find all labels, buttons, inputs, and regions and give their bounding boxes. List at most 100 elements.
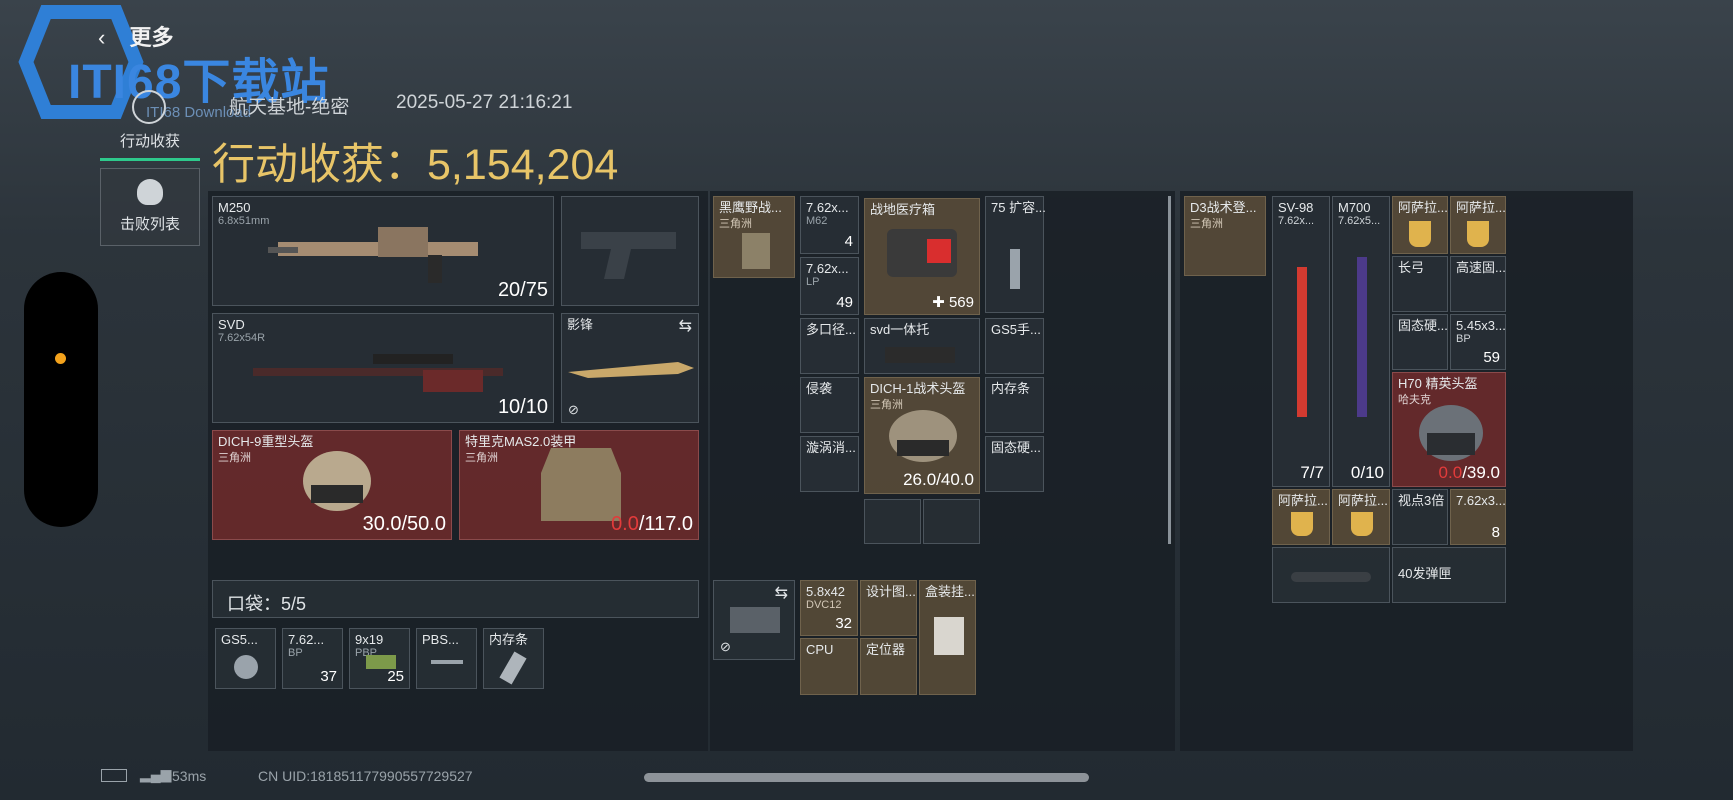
scrollbar[interactable] bbox=[1168, 196, 1171, 544]
pistol-silhouette-icon bbox=[581, 232, 676, 279]
trophy-cup-icon bbox=[1351, 512, 1373, 536]
right-item[interactable]: 阿萨拉... bbox=[1450, 196, 1506, 254]
backpack-empty-slot[interactable] bbox=[864, 499, 921, 544]
multi-caliber-slot[interactable]: 多口径... bbox=[800, 318, 859, 374]
case-item[interactable]: 设计图... bbox=[860, 580, 917, 636]
right-vest-slot[interactable]: D3战术登... 三角洲 bbox=[1184, 196, 1266, 276]
item-name: 设计图... bbox=[866, 584, 916, 599]
pocket-item[interactable]: 9x19 PBP 25 bbox=[349, 628, 410, 689]
pocket-item[interactable]: GS5... bbox=[215, 628, 276, 689]
weapon-caliber: 6.8x51mm bbox=[218, 215, 270, 227]
memory-slot[interactable]: 内存条 bbox=[985, 377, 1044, 433]
item-name: 内存条 bbox=[489, 632, 529, 647]
item-name: svd一体托 bbox=[870, 322, 930, 337]
gs5-slot[interactable]: GS5手... bbox=[985, 318, 1044, 374]
datetime: 2025-05-27 21:16:21 bbox=[396, 92, 573, 113]
rifle-m700-slot[interactable]: M700 7.62x5... 0/10 bbox=[1332, 196, 1390, 487]
weapon-slot-primary[interactable]: M250 6.8x51mm 20/75 bbox=[212, 196, 554, 306]
stock-slot[interactable]: svd一体托 bbox=[864, 318, 980, 374]
haul-value: 5,154,204 bbox=[427, 141, 619, 189]
medkit-icon bbox=[887, 229, 957, 277]
helmet-icon bbox=[1419, 405, 1483, 461]
chest-rig-slot[interactable]: 黑鹰野战... 三角洲 bbox=[713, 196, 795, 278]
red-rifle-icon bbox=[1297, 267, 1307, 417]
item-sub: 三角洲 bbox=[1190, 218, 1223, 230]
swap-icon[interactable]: ⇆ bbox=[775, 583, 788, 603]
rifle-sv98-slot[interactable]: SV-98 7.62x... 7/7 bbox=[1272, 196, 1330, 487]
item-name: DICH-1战术头盔 bbox=[870, 381, 966, 396]
item-name: 漩涡消... bbox=[806, 440, 856, 455]
side-handle[interactable] bbox=[24, 272, 98, 527]
pocket-item[interactable]: 7.62... BP 37 bbox=[282, 628, 343, 689]
item-name: 5.8x42 bbox=[806, 584, 846, 599]
tab-kills[interactable]: 击败列表 bbox=[100, 168, 200, 246]
back-button[interactable]: ‹ 更多 bbox=[98, 20, 173, 52]
backpack-empty-slot[interactable] bbox=[923, 499, 980, 544]
item-durability: 26.0/40.0 bbox=[903, 470, 974, 489]
ext-mag-slot[interactable]: 75 扩容... bbox=[985, 196, 1046, 313]
item-count: 49 bbox=[836, 294, 853, 311]
secure-case-slot[interactable]: ⇆ ⊘ bbox=[713, 580, 795, 660]
scope-slot[interactable] bbox=[1272, 547, 1390, 603]
plus-icon: ✚ bbox=[932, 294, 949, 311]
right-item[interactable]: 阿萨拉... bbox=[1332, 489, 1390, 545]
pistol-slot[interactable] bbox=[561, 196, 699, 306]
map-name: 航天基地-绝密 bbox=[229, 97, 350, 118]
ssd-slot[interactable]: 固态硬... bbox=[985, 436, 1044, 492]
ammo-item[interactable]: 7.62x... M62 4 bbox=[800, 196, 859, 254]
weapon-name: SVD bbox=[218, 317, 245, 332]
sniper-rifle-icon bbox=[253, 354, 503, 392]
right-item[interactable]: 阿萨拉... bbox=[1272, 489, 1330, 545]
right-item[interactable]: 固态硬... bbox=[1392, 314, 1448, 370]
tactical-helmet-slot[interactable]: DICH-1战术头盔 三角洲 26.0/40.0 bbox=[864, 377, 980, 494]
med-kit-slot[interactable]: 战地医疗箱 ✚ 569 bbox=[864, 198, 980, 315]
back-label: 更多 bbox=[129, 25, 174, 50]
item-count: 4 bbox=[844, 233, 853, 250]
right-item[interactable]: 长弓 bbox=[1392, 256, 1448, 312]
case-item[interactable]: 定位器 bbox=[860, 638, 917, 695]
ammo-item[interactable]: 7.62x... LP 49 bbox=[800, 257, 859, 315]
right-item[interactable]: 高速固... bbox=[1450, 256, 1506, 312]
elite-helmet-slot[interactable]: H70 精英头盔 哈夫克 0.0/39.0 bbox=[1392, 372, 1506, 487]
case-item[interactable]: CPU bbox=[800, 638, 858, 695]
melee-slot[interactable]: 影锋 ⇆ ⊘ bbox=[561, 313, 699, 423]
right-item[interactable]: 7.62x3... 8 bbox=[1450, 489, 1506, 545]
weapon-name: M250 bbox=[218, 200, 251, 215]
haul-label: 行动收获： bbox=[212, 141, 427, 189]
body-armor-icon bbox=[541, 448, 621, 521]
vest-icon bbox=[742, 233, 770, 269]
melee-name: 影锋 bbox=[567, 317, 594, 332]
item-sub: BP bbox=[1456, 333, 1471, 345]
item-name: M700 bbox=[1338, 200, 1371, 215]
armor-brand: 三角洲 bbox=[465, 452, 498, 464]
item-sub: 7.62x5... bbox=[1338, 215, 1381, 227]
purple-rifle-icon bbox=[1357, 257, 1367, 417]
pocket-item[interactable]: 内存条 bbox=[483, 628, 544, 689]
item-count: 32 bbox=[835, 615, 852, 632]
invade-slot[interactable]: 侵袭 bbox=[800, 377, 859, 433]
item-count: 25 bbox=[387, 668, 404, 685]
item-sub: 三角洲 bbox=[719, 218, 752, 230]
right-item[interactable]: 5.45x3... BP 59 bbox=[1450, 314, 1506, 370]
home-indicator[interactable] bbox=[644, 773, 1089, 782]
magazine-slot[interactable]: 40发弹匣 bbox=[1392, 547, 1506, 603]
item-name: 75 扩容... bbox=[991, 200, 1046, 215]
case-item[interactable]: 5.8x42 DVC12 32 bbox=[800, 580, 858, 636]
right-item[interactable]: 视点3倍 bbox=[1392, 489, 1448, 545]
tab-haul[interactable]: 行动收获 bbox=[100, 120, 200, 161]
tab-haul-label: 行动收获 bbox=[119, 133, 180, 150]
pocket-item[interactable]: PBS... bbox=[416, 628, 477, 689]
item-name: GS5手... bbox=[991, 322, 1041, 337]
weapon-slot-secondary[interactable]: SVD 7.62x54R 10/10 bbox=[212, 313, 554, 423]
vortex-slot[interactable]: 漩涡消... bbox=[800, 436, 859, 492]
item-count: 8 bbox=[1491, 524, 1500, 541]
item-count: 569 bbox=[948, 294, 974, 311]
helmet-slot[interactable]: DICH-9重型头盔 三角洲 30.0/50.0 bbox=[212, 430, 452, 540]
armor-slot[interactable]: 特里克MAS2.0装甲 三角洲 0.0/117.0 bbox=[459, 430, 699, 540]
right-item[interactable]: 阿萨拉... bbox=[1392, 196, 1448, 254]
case-item[interactable]: 盒装挂... bbox=[919, 580, 976, 695]
item-count: 37 bbox=[320, 668, 337, 685]
swap-icon[interactable]: ⇆ bbox=[679, 316, 692, 336]
weapon-ammo: 20/75 bbox=[497, 279, 548, 301]
item-name: H70 精英头盔 bbox=[1398, 376, 1478, 391]
